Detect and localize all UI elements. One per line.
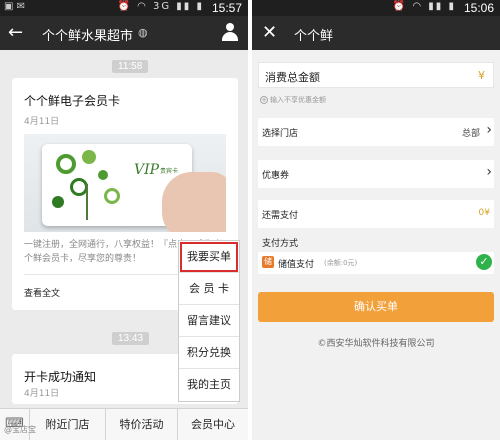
exclude-amount-toggle[interactable]: + 输入不享优惠金额: [260, 95, 326, 105]
card-title: 个个鲜电子会员卡: [24, 94, 121, 108]
due-value: 0¥: [478, 208, 490, 218]
vip-sub-label: 贵宾卡: [160, 168, 179, 175]
page-title: 个个鲜: [294, 29, 334, 44]
stored-value-pay-option[interactable]: 储 储值支付 (余额:0元) ✓: [258, 252, 494, 274]
check-icon[interactable]: ✓: [476, 254, 492, 270]
signal-icons: ⏰ ◠ 3G ▮▮ ▮: [117, 1, 204, 12]
coupon-row[interactable]: 优惠券 ›: [258, 160, 494, 188]
currency-symbol: ¥: [478, 69, 485, 82]
pay-method-label: 支付方式: [262, 239, 299, 249]
due-label: 还需支付: [262, 211, 299, 221]
copyright-text: ©西安华灿软件科技有限公司: [317, 339, 435, 349]
status-time: 15:57: [211, 1, 242, 15]
menu-nearby-stores[interactable]: 附近门店: [30, 409, 106, 440]
confirm-pay-button[interactable]: 确认买单: [258, 292, 494, 322]
vip-card-image: VIP 贵宾卡: [24, 134, 226, 232]
left-screen: ▣ ✉ ⏰ ◠ 3G ▮▮ ▮ 15:57 ← 个个鲜水果超市 ◍ 11:58 …: [0, 0, 248, 440]
navbar: ✕ 个个鲜: [252, 16, 500, 50]
menu-item-points[interactable]: 积分兑换: [179, 337, 239, 369]
menu-item-homepage[interactable]: 我的主页: [179, 369, 239, 401]
pay-balance: (余额:0元): [324, 259, 358, 267]
signal-icons: ⏰ ◠ ▮▮ ▮: [392, 1, 456, 12]
card-date: 4月11日: [24, 389, 60, 399]
card-date: 4月11日: [24, 117, 60, 127]
member-center-menu: 我要买单 会 员 卡 留言建议 积分兑换 我的主页: [178, 240, 240, 402]
read-more-link[interactable]: 查看全文: [24, 286, 60, 299]
store-label: 选择门店: [262, 129, 299, 139]
earpiece-icon: ◍: [138, 26, 148, 39]
menu-item-feedback[interactable]: 留言建议: [179, 305, 239, 337]
watermark: @宝店宝: [4, 425, 36, 434]
notification-icons: ▣ ✉: [4, 1, 26, 12]
navbar: ← 个个鲜水果超市 ◍: [0, 16, 248, 50]
amount-due-row: 还需支付 0¥: [258, 200, 494, 228]
timestamp: 11:58: [112, 60, 149, 73]
close-icon[interactable]: ✕: [262, 22, 277, 43]
menu-item-member-card[interactable]: 会 员 卡: [179, 273, 239, 305]
card-title: 开卡成功通知: [24, 370, 97, 384]
coupon-label: 优惠券: [262, 171, 290, 181]
timestamp: 13:43: [112, 332, 150, 345]
status-time: 15:06: [463, 1, 494, 15]
hand-image: [162, 172, 226, 232]
bottom-menu: ⌨ 附近门店 特价活动 会员中心: [0, 408, 248, 440]
menu-item-pay[interactable]: 我要买单: [179, 241, 239, 273]
chevron-right-icon: ›: [486, 122, 492, 138]
chevron-right-icon: ›: [486, 164, 492, 180]
right-screen: ⏰ ◠ ▮▮ ▮ 15:06 ✕ 个个鲜 消费总金额 ¥ + 输入不享优惠金额 选…: [252, 0, 500, 440]
wallet-icon: 储: [262, 256, 274, 268]
vip-label: VIP: [134, 162, 160, 178]
store-select-row[interactable]: 选择门店 总部 ›: [258, 118, 494, 146]
status-bar: ▣ ✉ ⏰ ◠ 3G ▮▮ ▮ 15:57: [0, 0, 248, 16]
amount-label: 消费总金额: [265, 71, 320, 84]
menu-member-center[interactable]: 会员中心: [178, 409, 248, 440]
back-arrow-icon[interactable]: ←: [8, 22, 23, 43]
person-icon[interactable]: [222, 23, 238, 41]
menu-special-offers[interactable]: 特价活动: [106, 409, 178, 440]
store-value: 总部: [461, 129, 480, 139]
page-title: 个个鲜水果超市: [42, 29, 134, 44]
pay-option-label: 储值支付: [278, 260, 315, 270]
amount-field[interactable]: 消费总金额 ¥: [258, 62, 494, 88]
status-bar: ⏰ ◠ ▮▮ ▮ 15:06: [252, 0, 500, 16]
plus-circle-icon: +: [260, 96, 268, 104]
